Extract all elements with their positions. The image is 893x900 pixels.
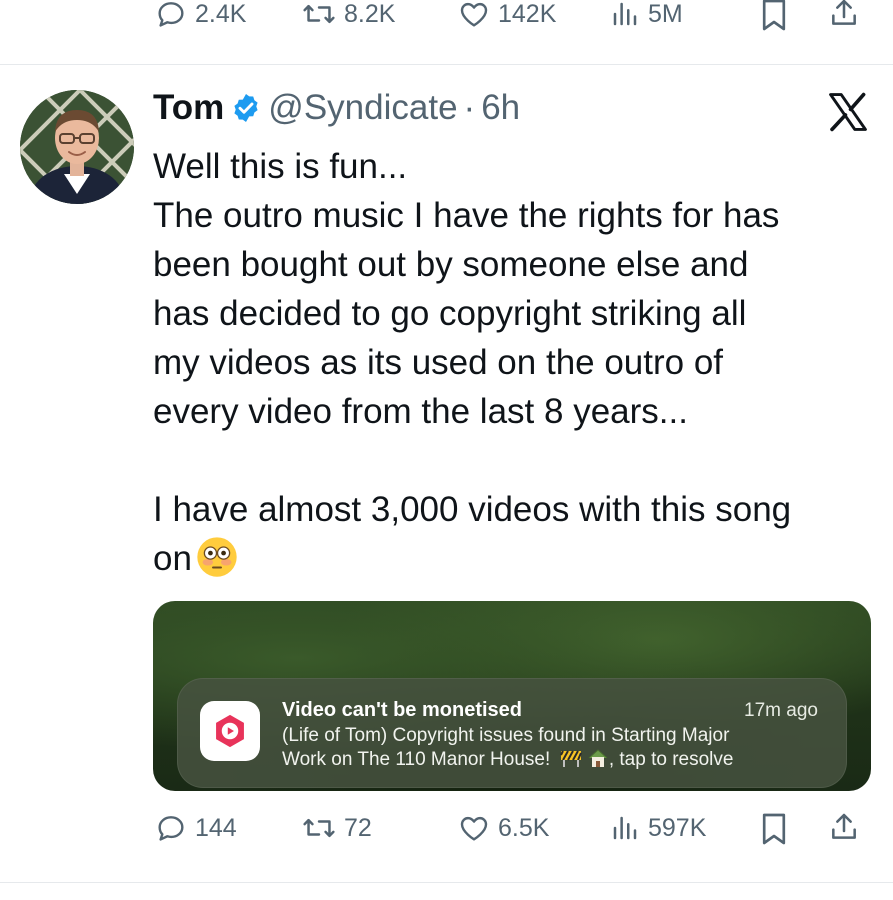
- repost-button[interactable]: 72: [302, 812, 372, 844]
- repost-icon: [303, 4, 335, 24]
- tweet-text-line-last: on: [153, 534, 878, 583]
- author-handle[interactable]: @Syndicate: [268, 88, 457, 128]
- tweet-header: Tom @Syndicate · 6h: [153, 88, 520, 128]
- tweet-text-line: The outro music I have the rights for ha…: [153, 196, 780, 235]
- views-icon: [613, 816, 637, 840]
- tweet-text: Well this is fun... The outro music I ha…: [153, 142, 878, 583]
- top-repost-button[interactable]: 8.2K: [302, 0, 395, 30]
- tweet-text-line: I have almost 3,000 videos with this son…: [153, 490, 792, 529]
- divider-bottom: [0, 882, 893, 883]
- bookmark-button[interactable]: [760, 812, 788, 846]
- tweet-text-line: been bought out by someone else and: [153, 245, 749, 284]
- x-logo-icon: [829, 92, 867, 132]
- notification-line: Work on The 110 Manor House! , tap to re…: [282, 748, 733, 771]
- tweet-text-line: has decided to go copyright striking all: [153, 294, 747, 333]
- tweet-action-bar: 144 72 6.5K 597K: [0, 812, 893, 852]
- top-like-button[interactable]: 142K: [458, 0, 556, 30]
- tweet-text-line: every video from the last 8 years...: [153, 392, 688, 431]
- house-icon: [588, 749, 608, 767]
- tweet-text-line: my videos as its used on the outro of: [153, 343, 724, 382]
- flushed-emoji-icon: [197, 537, 237, 577]
- views-button[interactable]: 597K: [610, 812, 706, 844]
- bookmark-icon: [762, 813, 786, 845]
- repost-count: 72: [344, 813, 372, 842]
- top-reply-button[interactable]: 2.4K: [155, 0, 246, 30]
- share-icon: [832, 813, 856, 839]
- top-share-button[interactable]: [828, 0, 860, 30]
- verified-badge-icon: [234, 94, 258, 122]
- notification-line: (Life of Tom) Copyright issues found in …: [282, 725, 730, 746]
- construction-icon: [559, 750, 582, 767]
- top-views-button[interactable]: 5M: [610, 0, 683, 30]
- top-views-count: 5M: [648, 0, 683, 28]
- like-icon: [460, 2, 488, 27]
- notification-title: Video can't be monetised: [282, 699, 522, 721]
- share-button[interactable]: [828, 810, 860, 844]
- reply-button[interactable]: 144: [155, 812, 237, 844]
- top-bookmark-button[interactable]: [760, 0, 788, 32]
- bookmark-icon: [762, 0, 786, 31]
- tweet-text-line: Well this is fun...: [153, 147, 408, 186]
- divider-top: [0, 64, 893, 65]
- reply-icon: [158, 2, 184, 27]
- youtube-studio-icon: [200, 701, 260, 761]
- tweet-time[interactable]: 6h: [481, 88, 520, 128]
- media-image[interactable]: Video can't be monetised 17m ago (Life o…: [153, 601, 871, 791]
- reply-icon: [158, 816, 184, 841]
- avatar[interactable]: [20, 90, 134, 204]
- notification-time: 17m ago: [744, 700, 818, 721]
- like-button[interactable]: 6.5K: [458, 812, 549, 844]
- repost-icon: [303, 818, 335, 838]
- tweet-text-fragment: on: [153, 539, 192, 578]
- views-count: 597K: [648, 813, 707, 842]
- notification-card: Video can't be monetised 17m ago (Life o…: [177, 678, 847, 788]
- top-action-bar: 2.4K 8.2K 142K 5M: [0, 0, 893, 40]
- top-reply-count: 2.4K: [195, 0, 247, 28]
- reply-count: 144: [195, 813, 237, 842]
- header-separator: ·: [463, 88, 476, 127]
- top-like-count: 142K: [498, 0, 557, 28]
- top-repost-count: 8.2K: [344, 0, 396, 28]
- notification-line2-text: Work on The 110 Manor House!: [282, 749, 551, 770]
- share-icon: [832, 0, 856, 25]
- views-icon: [613, 2, 637, 26]
- notification-line2-suffix: , tap to resolve: [608, 749, 734, 770]
- author-name[interactable]: Tom: [153, 88, 224, 128]
- like-icon: [460, 816, 488, 841]
- like-count: 6.5K: [498, 813, 550, 842]
